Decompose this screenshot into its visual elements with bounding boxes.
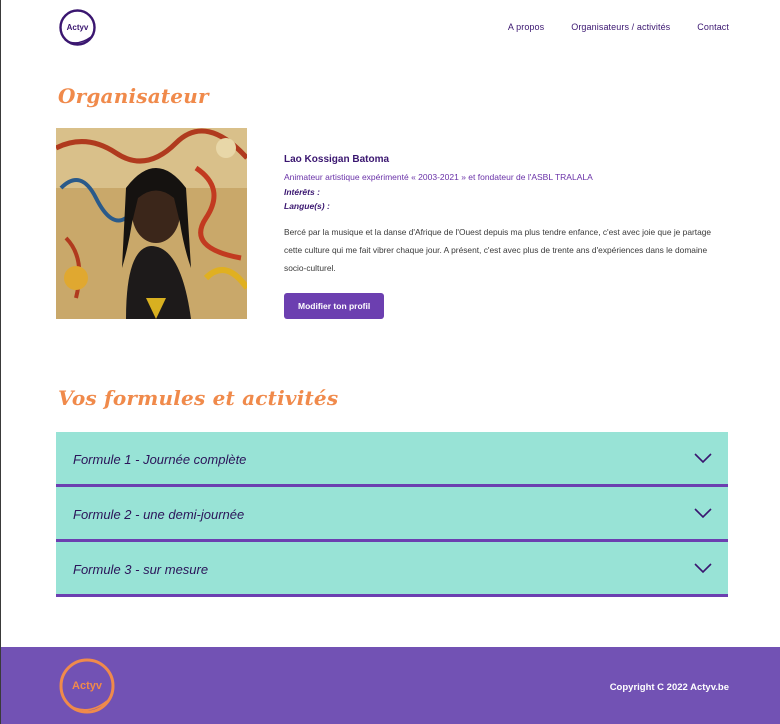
formulas-accordion: Formule 1 - Journée complète Formule 2 -… xyxy=(56,432,728,597)
organizer-interests-label: Intérêts : xyxy=(284,187,320,197)
organizer-languages-label: Langue(s) : xyxy=(284,201,330,211)
organizer-name: Lao Kossigan Batoma xyxy=(284,154,390,165)
nav-item-a-propos[interactable]: A propos xyxy=(508,22,544,32)
nav-item-contact[interactable]: Contact xyxy=(697,22,729,32)
accordion-item-formule-1[interactable]: Formule 1 - Journée complète xyxy=(56,432,728,487)
logo-circle-icon: Actyv xyxy=(59,9,96,46)
organizer-section-title: Organisateur xyxy=(58,84,209,108)
footer-logo[interactable]: Actyv xyxy=(57,657,117,717)
site-footer: Actyv Copyright C 2022 Actyv.be xyxy=(1,647,780,724)
formulas-section-title: Vos formules et activités xyxy=(58,386,339,410)
organizer-role: Animateur artistique expérimenté « 2003-… xyxy=(284,172,593,182)
site-header: Actyv A propos Organisateurs / activités… xyxy=(1,0,780,60)
accordion-item-formule-3[interactable]: Formule 3 - sur mesure xyxy=(56,542,728,597)
footer-logo-text: Actyv xyxy=(72,680,103,692)
site-logo[interactable]: Actyv xyxy=(57,7,98,48)
copyright-text: Copyright C 2022 Actyv.be xyxy=(609,682,729,693)
logo-circle-icon: Actyv xyxy=(59,658,115,714)
chevron-down-icon xyxy=(694,508,712,519)
accordion-item-formule-2[interactable]: Formule 2 - une demi-journée xyxy=(56,487,728,542)
chevron-down-icon xyxy=(694,563,712,574)
organizer-photo xyxy=(56,128,247,319)
accordion-item-label: Formule 3 - sur mesure xyxy=(73,562,209,577)
edit-profile-button[interactable]: Modifier ton profil xyxy=(284,293,385,319)
main-nav: A propos Organisateurs / activités Conta… xyxy=(508,22,729,32)
accordion-item-label: Formule 1 - Journée complète xyxy=(73,452,247,467)
chevron-down-icon xyxy=(694,453,712,464)
nav-item-organisateurs[interactable]: Organisateurs / activités xyxy=(571,22,670,32)
accordion-item-label: Formule 2 - une demi-journée xyxy=(73,507,245,522)
organizer-bio: Bercé par la musique et la danse d'Afriq… xyxy=(284,227,712,273)
logo-text: Actyv xyxy=(67,23,89,32)
organizer-profile: Lao Kossigan Batoma Animateur artistique… xyxy=(284,150,729,319)
